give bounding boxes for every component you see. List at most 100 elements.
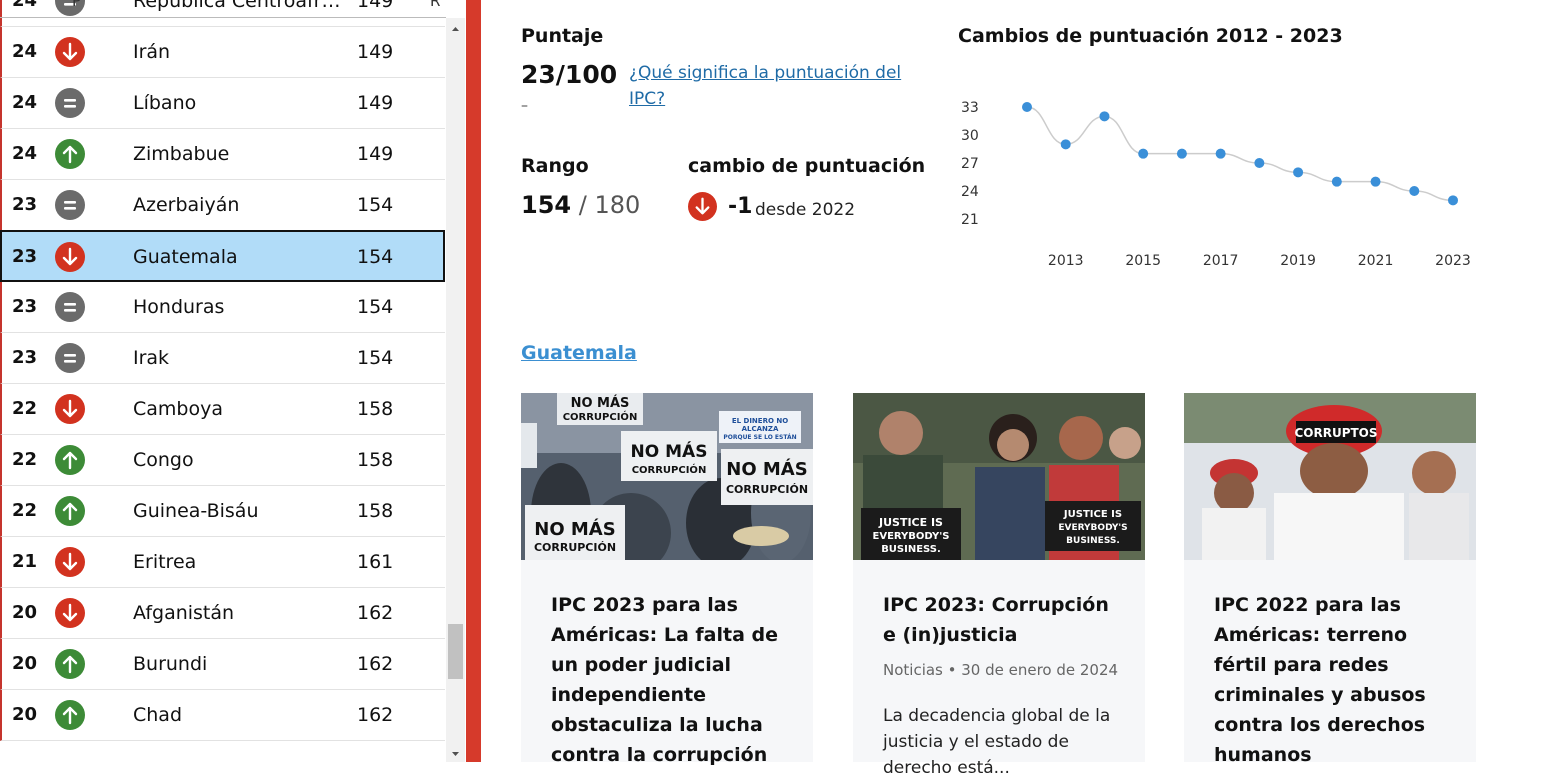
svg-text:CORRUPTOS: CORRUPTOS <box>1294 426 1377 440</box>
data-point[interactable] <box>1099 111 1110 122</box>
row-country: Afganistán <box>133 602 235 624</box>
row-country: Chad <box>133 704 183 726</box>
table-row[interactable]: 24 Zimbabue 149 <box>0 129 445 180</box>
row-country: Honduras <box>133 296 225 318</box>
protest-sign: JUSTICE IS EVERYBODY'S BUSINESS. <box>861 508 961 560</box>
x-tick-label: 2015 <box>1125 253 1161 269</box>
table-row[interactable]: 22 Congo 158 <box>0 435 445 486</box>
arrow-up-icon <box>55 700 85 730</box>
score-label: Puntaje <box>521 25 604 47</box>
table-row[interactable]: 23 Guatemala 154 <box>0 230 445 282</box>
scroll-down-arrow-icon[interactable] <box>446 746 465 762</box>
row-score: 24 <box>12 92 38 113</box>
table-row[interactable]: 23 Azerbaiyán 154 <box>0 180 445 231</box>
protest-sign: EL DINERO NO ALCANZA PORQUE SE LO ESTÁN <box>719 411 801 443</box>
table-row[interactable]: 23 Irak 154 <box>0 333 445 384</box>
data-point[interactable] <box>1409 186 1420 196</box>
data-point[interactable] <box>1370 176 1381 187</box>
protest-sign: NO MÁS CORRUPCIÓN <box>621 431 717 481</box>
rank-total: / 180 <box>578 191 641 219</box>
country-articles-link[interactable]: Guatemala <box>521 342 637 364</box>
row-score: 21 <box>12 551 38 572</box>
row-score: 20 <box>12 704 38 725</box>
y-tick-label: 33 <box>961 100 979 116</box>
row-country: Eritrea <box>133 551 197 573</box>
score-change-label: cambio de puntuación <box>688 155 926 177</box>
series-line <box>1026 106 1454 202</box>
row-score: 22 <box>12 398 38 419</box>
svg-text:CORRUPCIÓN: CORRUPCIÓN <box>563 410 638 423</box>
score-change-since: desde 2022 <box>755 200 856 220</box>
data-point[interactable] <box>1138 148 1149 159</box>
data-point[interactable] <box>1022 102 1032 112</box>
table-row[interactable]: 20 Chad 162 <box>0 690 445 741</box>
article-title[interactable]: IPC 2023: Corrupción e (in)justicia <box>883 590 1123 650</box>
data-point[interactable] <box>1176 148 1187 159</box>
table-row[interactable]: 22 Camboya 158 <box>0 384 445 435</box>
table-row[interactable]: 20 Burundi 162 <box>0 639 445 690</box>
x-tick-label: 2013 <box>1048 253 1084 269</box>
x-tick-label: 2017 <box>1203 253 1239 269</box>
row-score: 22 <box>12 500 38 521</box>
row-score: 23 <box>12 347 38 368</box>
row-country: Burundi <box>133 653 208 675</box>
equal-icon <box>55 190 85 220</box>
table-row[interactable]: 21 Eritrea 161 <box>0 537 445 588</box>
article-card[interactable]: JUSTICE IS EVERYBODY'S BUSINESS. JUSTICE… <box>853 393 1145 778</box>
svg-text:JUSTICE IS: JUSTICE IS <box>878 516 943 529</box>
row-rank: 158 <box>357 500 394 522</box>
data-point[interactable] <box>1293 167 1304 178</box>
table-row[interactable]: 23 Honduras 154 <box>0 282 445 333</box>
x-tick-label: 2021 <box>1358 253 1394 269</box>
scrollbar-thumb[interactable] <box>448 624 463 679</box>
article-image-crowd: CORRUPTOS <box>1184 393 1476 560</box>
svg-text:EVERYBODY'S: EVERYBODY'S <box>1058 523 1127 533</box>
row-score: 23 <box>12 246 38 267</box>
arrow-down-icon <box>688 192 717 221</box>
table-row[interactable]: 20 Afganistán 162 <box>0 588 445 639</box>
arrow-up-icon <box>55 139 85 169</box>
table-row[interactable]: 24 Líbano 149 <box>0 78 445 129</box>
scroll-up-arrow-icon[interactable] <box>446 21 465 37</box>
row-rank: 154 <box>357 246 394 268</box>
cpi-meaning-link[interactable]: ¿Qué significa la puntuación del IPC? <box>629 60 909 112</box>
article-title[interactable]: IPC 2023 para las Américas: La falta de … <box>551 590 791 770</box>
article-image-justice: JUSTICE IS EVERYBODY'S BUSINESS. JUSTICE… <box>853 393 1145 560</box>
svg-text:NO MÁS: NO MÁS <box>571 395 630 411</box>
data-point[interactable] <box>1448 195 1458 206</box>
row-rank: 162 <box>357 602 394 624</box>
equal-icon <box>55 343 85 373</box>
data-point[interactable] <box>1215 148 1226 159</box>
data-point[interactable] <box>1060 139 1071 150</box>
row-country: Guatemala <box>133 246 238 268</box>
arrow-down-icon <box>55 598 85 628</box>
table-row[interactable]: 24 Irán 149 <box>0 27 445 78</box>
data-point[interactable] <box>1331 176 1342 187</box>
score-change-value: -1 <box>728 194 753 219</box>
country-table-panel: 24República Centroafricana14924Irán14924… <box>0 0 466 762</box>
row-country: Congo <box>133 449 194 471</box>
row-country: Azerbaiyán <box>133 194 240 216</box>
row-rank: 154 <box>357 347 394 369</box>
article-title[interactable]: IPC 2022 para las Américas: terreno fért… <box>1214 590 1454 770</box>
rank-label: Rango <box>521 155 589 177</box>
row-rank: 161 <box>357 551 394 573</box>
equal-icon <box>55 88 85 118</box>
arrow-down-icon <box>55 37 85 67</box>
row-rank: 162 <box>357 704 394 726</box>
data-point[interactable] <box>1254 158 1265 168</box>
y-tick-label: 24 <box>961 184 979 200</box>
table-row[interactable]: 22 Guinea-Bisáu 158 <box>0 486 445 537</box>
row-rank: 162 <box>357 653 394 675</box>
red-divider <box>466 0 481 762</box>
row-country: Líbano <box>133 92 197 114</box>
arrow-down-icon <box>55 547 85 577</box>
row-rank: 149 <box>357 143 394 165</box>
table-scrollbar[interactable] <box>446 18 465 762</box>
article-card[interactable]: NO MÁS CORRUPCIÓN NO MÁS CORRUPCIÓN EL D… <box>521 393 813 766</box>
svg-text:NO MÁS: NO MÁS <box>726 458 807 480</box>
y-tick-label: 21 <box>961 212 979 228</box>
row-rank: 149 <box>357 41 394 63</box>
article-card[interactable]: CORRUPTOS IPC 2022 para las Américas: te… <box>1184 393 1476 766</box>
arrow-up-icon <box>55 445 85 475</box>
